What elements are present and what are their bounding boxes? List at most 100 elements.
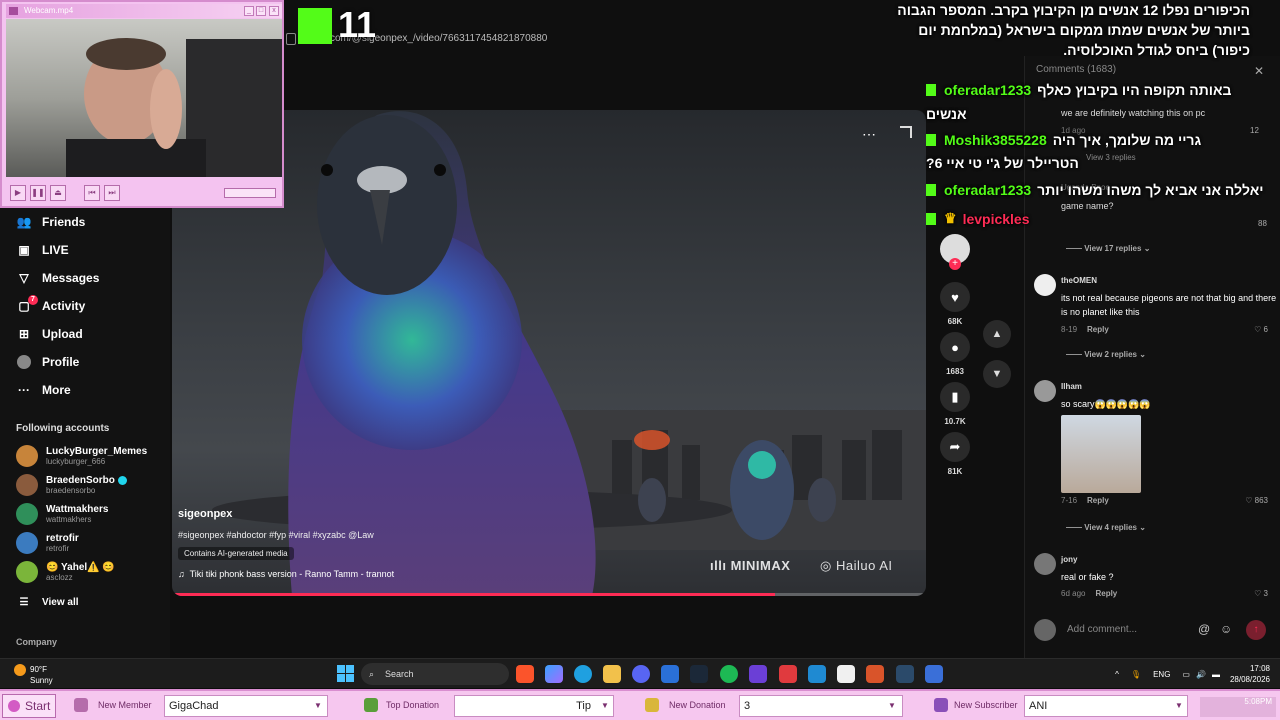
new-donation-field[interactable]: 3 (739, 695, 903, 717)
close-icon[interactable]: ✕ (1254, 64, 1264, 78)
comment-like[interactable]: ♡ 863 (1245, 496, 1268, 505)
clock[interactable]: 17:08 28/08/2026 (1230, 663, 1270, 685)
more-options-icon[interactable]: ⋯ (862, 126, 876, 143)
following-account[interactable]: 😊 Yahel⚠️ 😊 asclozz (16, 559, 115, 585)
language-indicator[interactable]: ENG (1153, 670, 1170, 679)
sidebar-item-live[interactable]: ▣ LIVE (16, 239, 68, 261)
mention-icon[interactable]: @ (1198, 622, 1210, 636)
webcam-titlebar[interactable]: Webcam.mp4 _ □ x (6, 4, 282, 18)
dropdown-arrow-icon[interactable]: ▼ (311, 696, 325, 716)
video-author[interactable]: sigeonpex (178, 508, 678, 520)
weather-widget[interactable]: 90°F Sunny (14, 664, 53, 686)
tune-icon[interactable] (286, 33, 296, 45)
address-bar[interactable]: com/@sigeonpex_/video/766311745482187088… (284, 28, 924, 50)
avatar[interactable] (1034, 380, 1056, 402)
sidebar-item-friends[interactable]: 👥 Friends (16, 211, 86, 233)
comment-like[interactable]: ♡ 6 (1254, 325, 1268, 334)
obs-icon[interactable] (779, 665, 797, 683)
follow-plus-icon[interactable]: + (949, 258, 961, 270)
taskbar-search[interactable]: ⌕ Search (361, 663, 509, 685)
mic-icon[interactable]: 🎙 (1131, 670, 1141, 679)
vscode-icon[interactable] (808, 665, 826, 683)
music-label[interactable]: ♫ Tiki tiki phonk bass version - Ranno T… (178, 569, 678, 579)
list-icon: ☰ (19, 596, 29, 608)
like-button[interactable]: ♥ 68K (940, 282, 970, 326)
avatar[interactable] (1034, 553, 1056, 575)
start-button[interactable]: Start (2, 694, 56, 718)
dropdown-arrow-icon[interactable]: ▼ (1172, 696, 1186, 716)
view-replies-link[interactable]: —— View 2 replies ⌄ (1066, 350, 1146, 359)
new-subscriber-field[interactable]: ANI (1024, 695, 1188, 717)
new-member-field[interactable]: GigaChad (164, 695, 328, 717)
company-link[interactable]: Company (16, 637, 57, 647)
pause-icon[interactable]: ❚❚ (30, 185, 46, 201)
spotify-icon[interactable] (720, 665, 738, 683)
chat-row: הטריילר של ג'י טי איי 6? (926, 155, 1079, 171)
comment-like[interactable]: ♡ 3 (1254, 589, 1268, 598)
volume-icon[interactable]: 🔊 (1196, 670, 1206, 679)
file-explorer-icon[interactable] (603, 665, 621, 683)
sidebar-item-messages[interactable]: ▽ Messages (16, 267, 99, 289)
store-icon[interactable] (661, 665, 679, 683)
comment-user[interactable]: Ilham (1061, 382, 1082, 391)
creator-avatar[interactable]: + (940, 234, 970, 270)
network-icon[interactable]: ▭ (1182, 670, 1190, 679)
reply-button[interactable]: Reply (1087, 496, 1109, 505)
add-comment-input[interactable]: Add comment... (1067, 624, 1137, 635)
view-replies-link[interactable]: View 3 replies (1086, 153, 1136, 162)
discord-icon[interactable] (632, 665, 650, 683)
sidebar-item-activity[interactable]: ▢ 7 Activity (16, 295, 85, 317)
previous-icon[interactable]: ⏮ (84, 185, 100, 201)
windows-start-icon[interactable] (337, 665, 354, 682)
search-icon: ⌕ (369, 669, 375, 679)
vpn-icon[interactable] (925, 665, 943, 683)
reply-button[interactable]: Reply (1095, 589, 1117, 598)
steam-2-icon[interactable] (896, 665, 914, 683)
top-donation-field[interactable]: Tip (454, 695, 614, 717)
copilot-icon[interactable] (545, 665, 563, 683)
view-replies-link[interactable]: —— View 17 replies ⌄ (1066, 244, 1150, 253)
chevron-up-icon[interactable]: ^ (1115, 670, 1119, 679)
following-account[interactable]: retrofir retrofir (16, 530, 79, 556)
minimize-button[interactable]: _ (244, 6, 254, 16)
avatar[interactable] (1034, 274, 1056, 296)
video-progress-bar[interactable] (172, 593, 926, 596)
brave-icon[interactable] (516, 665, 534, 683)
sidebar-item-profile[interactable]: Profile (16, 351, 79, 373)
dropdown-arrow-icon[interactable]: ▼ (885, 696, 899, 716)
steam-icon[interactable] (690, 665, 708, 683)
emoji-icon[interactable]: ☺ (1220, 622, 1232, 636)
send-icon[interactable]: ↑ (1246, 620, 1266, 640)
following-account[interactable]: LuckyBurger_Memes luckyburger_666 (16, 443, 147, 469)
bookmark-button[interactable]: ▮ 10.7K (940, 382, 970, 426)
next-icon[interactable]: ⏭ (104, 185, 120, 201)
notepad-icon[interactable] (837, 665, 855, 683)
play-icon[interactable]: ▶ (10, 185, 26, 201)
following-account[interactable]: Wattmakhers wattmakhers (16, 501, 108, 527)
reply-button[interactable]: Reply (1087, 325, 1109, 334)
music-note-icon: ♫ (178, 569, 185, 579)
video-hashtags[interactable]: #sigeonpex #ahdoctor #fyp #viral #xyzabc… (178, 530, 678, 540)
obsidian-icon[interactable] (749, 665, 767, 683)
share-button[interactable]: ➦ 81K (940, 432, 970, 476)
following-account[interactable]: BraedenSorbo braedensorbo (16, 472, 127, 498)
close-button[interactable]: x (269, 6, 279, 16)
comment-user[interactable]: theOMEN (1061, 276, 1097, 285)
battery-icon[interactable]: ▬ (1212, 670, 1220, 679)
comment-user[interactable]: jony (1061, 555, 1077, 564)
next-video-button[interactable]: ▼ (983, 360, 1011, 388)
edge-icon[interactable] (574, 665, 592, 683)
dropdown-arrow-icon[interactable]: ▼ (598, 696, 612, 716)
comment-button[interactable]: ● 1683 (940, 332, 970, 376)
view-all-link[interactable]: ☰ View all (16, 591, 79, 613)
maximize-button[interactable]: □ (256, 6, 266, 16)
sidebar-item-upload[interactable]: ⊞ Upload (16, 323, 83, 345)
previous-video-button[interactable]: ▲ (983, 320, 1011, 348)
claude-icon[interactable] (866, 665, 884, 683)
comment-image[interactable] (1061, 415, 1141, 493)
view-replies-link[interactable]: —— View 4 replies ⌄ (1066, 523, 1146, 532)
fullscreen-icon[interactable] (900, 126, 912, 138)
sidebar-item-more[interactable]: ··· More (16, 379, 71, 401)
eject-icon[interactable]: ⏏ (50, 185, 66, 201)
volume-slider[interactable] (224, 188, 276, 198)
